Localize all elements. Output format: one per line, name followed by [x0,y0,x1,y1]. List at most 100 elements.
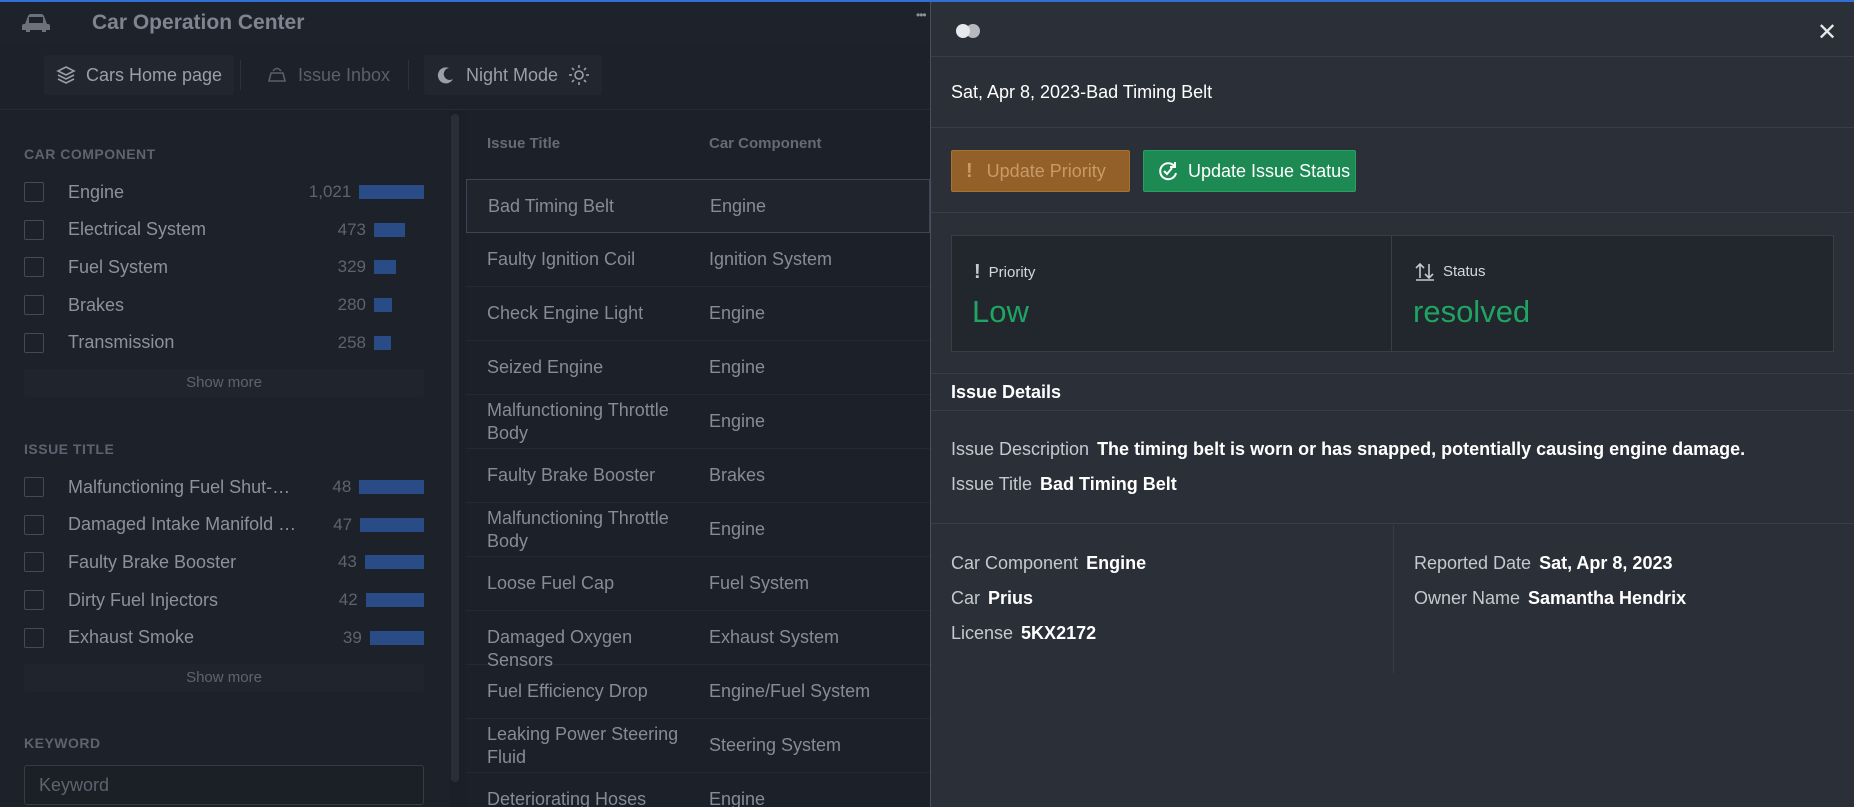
cell-car-component: Engine [709,357,766,377]
moon-icon [437,67,453,84]
divider [931,373,1854,374]
panel-header: ✕ [931,2,1854,57]
issue-title-filter-item[interactable]: Exhaust Smoke 39 [24,624,424,652]
cell-car-component: Steering System [709,735,842,755]
checkbox[interactable] [24,477,44,497]
facet-count: 329 [337,257,366,277]
issue-description-field: Issue Description The timing belt is worn… [951,439,1745,460]
night-mode-label: Night Mode [466,64,559,85]
table-row[interactable]: Damaged Oxygen Sensors Exhaust System [466,611,930,670]
facet-count: 39 [342,627,362,647]
cell-issue-title: Fuel Efficiency Drop [487,681,648,701]
show-more-components-button[interactable]: Show more [24,369,424,397]
facet-bar [369,630,424,645]
issue-title-filter-item[interactable]: Malfunctioning Fuel Shut-Off... 48 [24,473,424,501]
column-header-issue-title[interactable]: Issue Title [487,135,560,152]
component-filter-item[interactable]: Engine 1,021 [24,178,424,206]
car-component-section-label: CAR COMPONENT [24,146,156,162]
checkbox[interactable] [24,590,44,611]
table-row[interactable]: Deteriorating Hoses Engine [466,773,930,807]
drag-handle-icon[interactable]: ••• [916,8,927,22]
issue-title-filter-item[interactable]: Dirty Fuel Injectors 42 [24,586,424,614]
checkbox[interactable] [24,332,44,353]
table-row[interactable]: Malfunctioning Throttle Body Engine [466,503,930,557]
table-row[interactable]: Faulty Brake Booster Brakes [466,449,930,503]
status-value: resolved [1413,294,1531,329]
cell-car-component: Exhaust System [709,627,840,647]
checkbox[interactable] [24,219,44,240]
reported-date-field: Reported Date Sat, Apr 8, 2023 [1414,553,1672,574]
issue-title-filter-item[interactable]: Damaged Intake Manifold Ga... 47 [24,511,424,539]
checkbox[interactable] [24,257,44,278]
show-more-titles-button[interactable]: Show more [24,664,424,692]
app-header: Car Operation Center ••• [0,2,930,42]
issue-inbox-button[interactable]: Issue Inbox [254,55,402,95]
cell-car-component: Engine [710,196,767,216]
issue-inbox-label: Issue Inbox [298,64,391,85]
table-row[interactable]: Fuel Efficiency Drop Engine/Fuel System [466,665,930,719]
cell-issue-title: Faulty Ignition Coil [487,249,636,269]
column-header-car-component[interactable]: Car Component [709,135,822,152]
checkbox[interactable] [24,182,44,202]
facet-label: Faulty Brake Booster [68,551,237,572]
exclamation-icon: ! [974,261,981,283]
issue-description-value: The timing belt is worn or has snapped, … [1097,439,1746,459]
owner-name-key: Owner Name [1414,588,1521,608]
checkbox[interactable] [24,514,44,535]
facet-bar [359,480,424,494]
checkbox[interactable] [24,295,44,316]
night-mode-toggle[interactable]: Night Mode [424,55,603,95]
update-issue-status-label: Update Issue Status [1188,160,1351,181]
update-priority-button[interactable]: ! Update Priority [951,150,1130,192]
component-filter-item[interactable]: Brakes 280 [24,291,424,319]
car-component-key: Car Component [951,553,1079,573]
car-component-value: Engine [1086,553,1147,573]
priority-value: Low [972,294,1029,329]
facet-count: 473 [337,219,366,239]
table-row[interactable]: Malfunctioning Throttle Body Engine [466,395,930,449]
component-filter-item[interactable]: Fuel System 329 [24,253,424,281]
cell-issue-title: Deteriorating Hoses [487,789,647,807]
table-row[interactable]: Check Engine Light Engine [466,287,930,341]
table-row[interactable]: Loose Fuel Cap Fuel System [466,557,930,611]
refresh-check-icon [1159,162,1177,181]
table-row-selected[interactable]: Bad Timing Belt Engine [466,179,930,233]
facet-label: Engine [68,181,125,202]
checkbox[interactable] [24,627,44,648]
issue-title-filter-item[interactable]: Faulty Brake Booster 43 [24,548,424,576]
license-value: 5KX2172 [1021,623,1097,643]
app-background: Car Operation Center ••• Cars Home page … [0,0,930,807]
component-filter-item[interactable]: Electrical System 473 [24,216,424,244]
close-icon[interactable]: ✕ [1817,18,1837,47]
facet-label: Damaged Intake Manifold Ga... [68,514,303,535]
table-row[interactable]: Faulty Ignition Coil Ignition System [466,233,930,287]
update-issue-status-button[interactable]: Update Issue Status [1143,150,1356,192]
keyword-input[interactable] [24,765,424,805]
divider [931,212,1854,213]
facet-bar [364,555,424,570]
facet-label: Transmission [68,332,175,353]
component-filter-item[interactable]: Transmission 258 [24,329,424,357]
facet-label: Malfunctioning Fuel Shut-Off... [68,476,302,497]
toolbar: Cars Home page Issue Inbox Night Mode [0,42,930,110]
cars-home-button[interactable]: Cars Home page [44,55,235,95]
toolbar-divider [408,60,409,90]
checkbox[interactable] [24,552,44,573]
table-row[interactable]: Leaking Power Steering Fluid Steering Sys… [466,719,930,773]
facet-count: 47 [333,514,353,534]
table-row[interactable]: Seized Engine Engine [466,341,930,395]
sidebar-scrollbar[interactable] [451,114,459,782]
facet-count: 42 [338,590,358,610]
divider [931,127,1854,128]
priority-label: Priority [988,264,1036,281]
cell-car-component: Ignition System [709,249,833,269]
facet-count: 1,021 [308,182,352,201]
facet-label: Fuel System [68,256,169,277]
cars-home-label: Cars Home page [86,64,223,85]
facet-bar [374,222,405,237]
facet-bar [365,593,424,608]
facet-label: Electrical System [68,219,207,240]
cell-car-component: Engine [709,303,766,323]
filter-sidebar: CAR COMPONENT Engine 1,021 Electrical Syst… [0,111,450,807]
reported-date-value: Sat, Apr 8, 2023 [1539,553,1673,573]
